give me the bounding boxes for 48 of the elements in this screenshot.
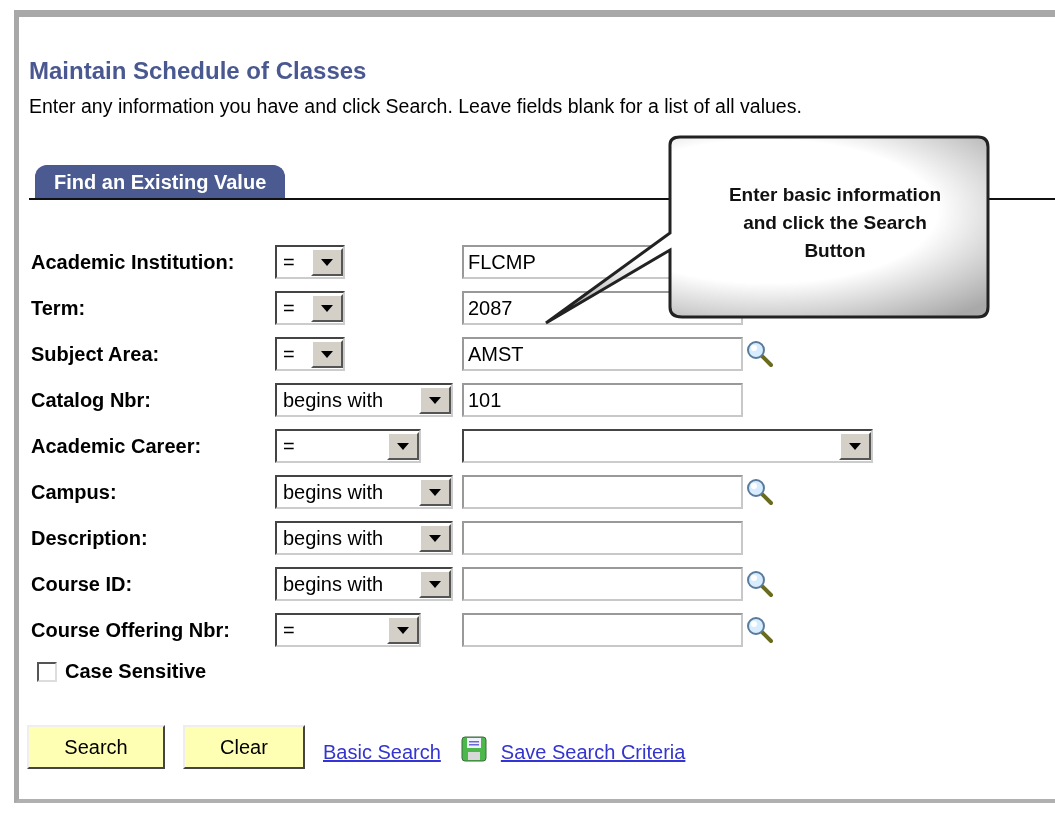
field-label: Campus: xyxy=(30,480,118,504)
field-label: Course Offering Nbr: xyxy=(30,618,231,642)
search-icon[interactable] xyxy=(745,339,775,369)
operator-dropdown[interactable]: begins with xyxy=(275,567,453,601)
field-label: Catalog Nbr: xyxy=(30,388,152,412)
operator-dropdown[interactable]: begins with xyxy=(275,383,453,417)
dropdown-arrow-icon xyxy=(321,350,333,358)
value-field[interactable] xyxy=(462,521,743,555)
dropdown-arrow-icon xyxy=(321,258,333,266)
tab[interactable]: Find an Existing Value xyxy=(35,165,286,198)
value-field[interactable]: 101 xyxy=(462,383,743,417)
field-label: Subject Area: xyxy=(30,342,161,366)
value-field[interactable]: AMST xyxy=(462,337,743,371)
instructions-text: Enter any information you have and click Search. Leave fields blank for a list of all values. xyxy=(29,95,803,118)
search-icon[interactable] xyxy=(745,477,775,507)
operator-dropdown[interactable]: = xyxy=(275,337,345,371)
dropdown-arrow-icon xyxy=(429,488,441,496)
page-title: Maintain Schedule of Classes xyxy=(29,57,368,85)
dropdown-arrow-icon xyxy=(429,534,441,542)
operator-dropdown[interactable]: = xyxy=(275,613,421,647)
operator-dropdown[interactable]: = xyxy=(275,245,345,279)
search-icon[interactable] xyxy=(745,615,775,645)
value-field[interactable] xyxy=(462,567,743,601)
checkbox[interactable] xyxy=(37,661,57,682)
field-label: Description: xyxy=(30,526,149,550)
value-field[interactable] xyxy=(462,613,743,647)
operator-dropdown[interactable]: begins with xyxy=(275,475,453,509)
dropdown-arrow-icon xyxy=(321,304,333,312)
dropdown-arrow-icon xyxy=(397,442,409,450)
dropdown-arrow-icon xyxy=(397,626,409,634)
value-field[interactable] xyxy=(462,475,743,509)
operator-dropdown[interactable]: = xyxy=(275,291,345,325)
field-label: Course ID: xyxy=(30,572,134,596)
operator-dropdown[interactable]: = xyxy=(275,429,421,463)
operator-dropdown[interactable]: begins with xyxy=(275,521,453,555)
checkbox-label: Case Sensitive xyxy=(65,660,207,683)
link[interactable]: Basic Search xyxy=(323,740,441,764)
field-label: Academic Institution: xyxy=(30,250,236,274)
dropdown-arrow-icon xyxy=(849,442,861,450)
search-icon[interactable] xyxy=(745,569,775,599)
action-button[interactable]: Clear xyxy=(183,725,305,769)
field-label: Term: xyxy=(30,296,87,320)
dropdown-arrow-icon xyxy=(429,396,441,404)
field-label: Academic Career: xyxy=(30,434,203,458)
value-dropdown[interactable] xyxy=(462,429,873,463)
dropdown-arrow-icon xyxy=(429,580,441,588)
action-button[interactable]: Search xyxy=(27,725,165,769)
link[interactable]: Save Search Criteria xyxy=(500,740,686,764)
